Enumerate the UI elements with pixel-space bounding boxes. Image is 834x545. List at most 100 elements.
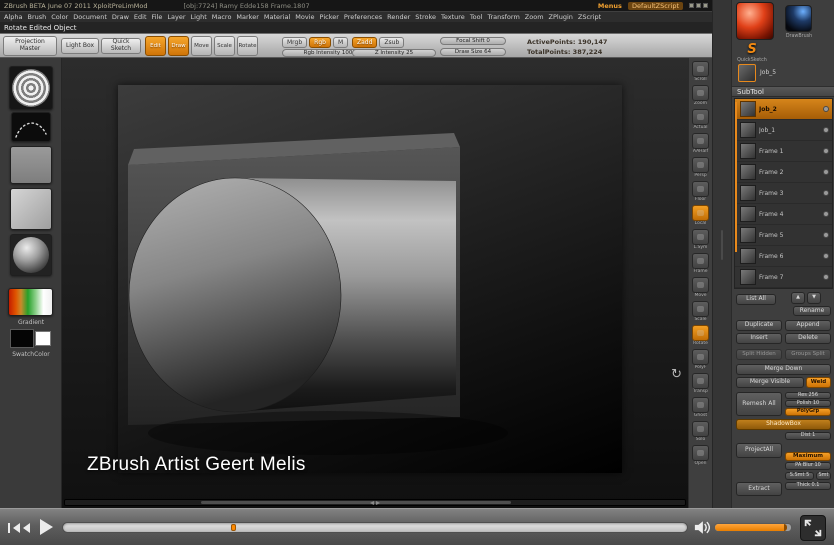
menu-item[interactable]: Tool <box>470 13 483 21</box>
subtool-up-button[interactable]: ▲ <box>791 292 805 304</box>
current-tool-thumbnail[interactable] <box>738 64 756 82</box>
fullscreen-button[interactable] <box>800 515 826 541</box>
shelf-button[interactable] <box>692 301 709 317</box>
projection-master-button[interactable]: Projection Master <box>3 36 57 56</box>
draw-brush-thumbnail[interactable] <box>785 5 812 32</box>
smt-button[interactable]: Smt <box>816 472 831 480</box>
quicksketch-icon[interactable]: S <box>743 42 761 57</box>
subtool-row[interactable]: Frame 6 <box>735 246 832 267</box>
menu-item[interactable]: Movie <box>295 13 314 21</box>
default-zscript-button[interactable]: DefaultZScript <box>628 2 683 10</box>
shelf-button[interactable] <box>692 229 709 245</box>
shelf-button[interactable] <box>692 445 709 461</box>
subtool-row[interactable]: Job_2 <box>735 99 832 120</box>
visibility-eye-icon[interactable] <box>823 211 829 217</box>
menu-item[interactable]: Light <box>191 13 207 21</box>
menu-item[interactable]: Render <box>387 13 410 21</box>
progress-marker[interactable] <box>231 524 236 531</box>
rename-button[interactable]: Rename <box>793 306 831 316</box>
subtool-section-header[interactable]: SubTool <box>732 86 834 97</box>
delete-button[interactable]: Delete <box>785 333 831 344</box>
menu-item[interactable]: Draw <box>112 13 129 21</box>
focal-shift-slider[interactable]: Focal Shift 0 <box>440 37 506 45</box>
material-selector-thumbnail[interactable] <box>10 234 52 276</box>
visibility-eye-icon[interactable] <box>823 190 829 196</box>
gradient-color-picker[interactable] <box>8 288 53 316</box>
menu-item[interactable]: Marker <box>236 13 258 21</box>
play-button[interactable] <box>40 519 53 535</box>
shelf-button[interactable] <box>692 349 709 365</box>
menu-item[interactable]: Alpha <box>4 13 22 21</box>
scrollbar-arrows[interactable] <box>368 500 382 505</box>
menu-item[interactable]: ZPlugin <box>549 13 573 21</box>
subtool-row[interactable]: Frame 4 <box>735 204 832 225</box>
list-all-button[interactable]: List All <box>736 294 776 305</box>
shelf-button[interactable] <box>692 325 709 341</box>
shelf-button[interactable] <box>692 373 709 389</box>
remesh-all-button[interactable]: Remesh All <box>736 392 782 416</box>
stroke-selector-thumbnail[interactable] <box>11 112 51 142</box>
s-smt-slider[interactable]: S.Smt 5 <box>785 472 814 480</box>
canvas-horizontal-scrollbar[interactable] <box>64 499 686 506</box>
menu-item[interactable]: Zoom <box>525 13 544 21</box>
texture-selector-thumbnail[interactable] <box>10 188 52 230</box>
menu-item[interactable]: Preferences <box>344 13 382 21</box>
shelf-button[interactable] <box>692 205 709 221</box>
duplicate-button[interactable]: Duplicate <box>736 320 782 331</box>
palette-divider[interactable] <box>713 0 732 508</box>
split-hidden-button[interactable]: Split Hidden <box>736 349 782 360</box>
subtool-scrollbar[interactable] <box>735 102 737 252</box>
draw-size-slider[interactable]: Draw Size 64 <box>440 48 506 56</box>
visibility-eye-icon[interactable] <box>823 253 829 259</box>
shelf-button[interactable] <box>692 157 709 173</box>
menu-item[interactable]: Stroke <box>415 13 436 21</box>
current-material-thumbnail[interactable] <box>736 2 774 40</box>
shelf-button[interactable] <box>692 277 709 293</box>
shelf-button[interactable] <box>692 85 709 101</box>
append-button[interactable]: Append <box>785 320 831 331</box>
titlebar-layout-icons[interactable] <box>689 3 708 8</box>
menu-item[interactable]: Picker <box>320 13 339 21</box>
shelf-button[interactable] <box>692 133 709 149</box>
rotate-view-icon[interactable]: ↻ <box>671 368 682 381</box>
subtool-row[interactable]: Frame 1 <box>735 141 832 162</box>
thick-slider[interactable]: Thick 0.1 <box>785 482 831 490</box>
mode-button[interactable]: Draw <box>168 36 189 56</box>
merge-visible-button[interactable]: Merge Visible <box>736 377 804 388</box>
quick-sketch-button[interactable]: Quick Sketch <box>101 38 141 54</box>
sculpt-mode-button[interactable]: Zadd <box>352 37 377 48</box>
mode-button[interactable]: Move <box>191 36 212 56</box>
menu-item[interactable]: Macro <box>212 13 232 21</box>
menu-item[interactable]: Edit <box>134 13 147 21</box>
menu-item[interactable]: Color <box>51 13 68 21</box>
visibility-eye-icon[interactable] <box>823 127 829 133</box>
subtool-row[interactable]: Frame 5 <box>735 225 832 246</box>
maximum-button[interactable]: Maximum <box>785 452 831 461</box>
extract-button[interactable]: Extract <box>736 482 782 496</box>
project-all-button[interactable]: ProjectAll <box>736 443 782 458</box>
menu-item[interactable]: File <box>152 13 163 21</box>
menu-item[interactable]: ZScript <box>578 13 601 21</box>
sculpt-mode-button[interactable]: Zsub <box>379 37 404 48</box>
mode-button[interactable]: Scale <box>214 36 235 56</box>
document-viewport[interactable] <box>118 85 622 473</box>
video-progress-bar[interactable] <box>62 522 688 533</box>
subtool-row[interactable]: Frame 3 <box>735 183 832 204</box>
shelf-button[interactable] <box>692 181 709 197</box>
visibility-eye-icon[interactable] <box>823 232 829 238</box>
dist-slider[interactable]: Dist 1 <box>785 432 831 440</box>
merge-down-button[interactable]: Merge Down <box>736 364 831 375</box>
menu-item[interactable]: Texture <box>441 13 465 21</box>
menu-item[interactable]: Transform <box>487 13 519 21</box>
subtool-down-button[interactable]: ▼ <box>807 292 821 304</box>
shelf-button[interactable] <box>692 397 709 413</box>
alpha-selector-thumbnail[interactable] <box>10 146 52 184</box>
light-box-button[interactable]: Light Box <box>61 38 99 54</box>
menu-item[interactable]: Layer <box>167 13 185 21</box>
main-color-swatch[interactable] <box>10 329 34 348</box>
shadowbox-button[interactable]: ShadowBox <box>736 419 831 430</box>
scrollbar-thumb[interactable] <box>201 501 511 504</box>
volume-bar[interactable] <box>714 523 792 532</box>
paint-mode-button[interactable]: Rgb <box>309 37 331 48</box>
paint-mode-button[interactable]: Mrgb <box>282 37 307 48</box>
